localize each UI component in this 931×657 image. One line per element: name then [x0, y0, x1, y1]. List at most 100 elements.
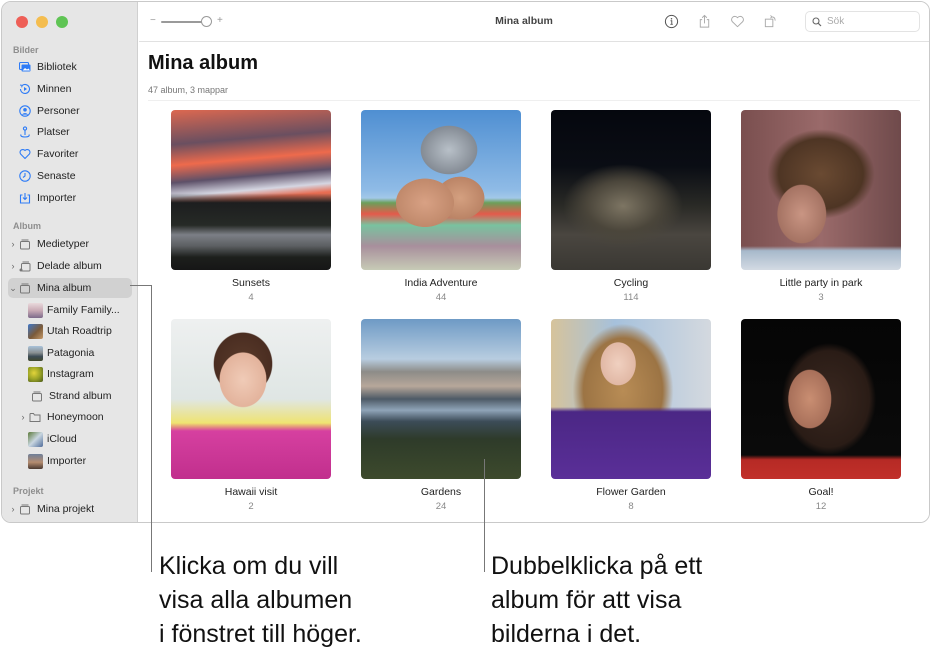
search-icon [812, 16, 822, 26]
album-tile[interactable]: Little party in park 3 [741, 110, 901, 303]
sidebar-item-platser[interactable]: Platser [8, 122, 132, 142]
sidebar-item-medietyper[interactable]: › Medietyper [8, 234, 132, 254]
album-cover[interactable] [361, 110, 521, 270]
heart-icon[interactable] [729, 13, 745, 29]
album-cover[interactable] [551, 110, 711, 270]
toolbar: − + Mina album Sök [139, 2, 929, 42]
album-cover[interactable] [741, 319, 901, 479]
sidebar-item-delade-album[interactable]: › Delade album [8, 256, 132, 276]
album-cover[interactable] [171, 319, 331, 479]
share-icon[interactable] [696, 13, 712, 29]
album-count: 24 [435, 501, 447, 512]
clock-icon [18, 169, 32, 183]
sidebar-item-label: Minnen [37, 83, 72, 95]
chevron-right-icon[interactable]: › [8, 261, 18, 271]
callout-line-text: Klicka om du vill [159, 552, 339, 580]
sidebar-item-label: Bibliotek [37, 61, 77, 73]
sidebar-item-utah-roadtrip[interactable]: Utah Roadtrip [18, 321, 142, 341]
sidebar-item-honeymoon[interactable]: › Honeymoon [18, 407, 142, 427]
album-count: 2 [248, 501, 254, 512]
section-label-projekt: Projekt [13, 486, 44, 496]
sidebar-item-label: Strand album [49, 390, 112, 402]
chevron-down-icon[interactable]: ⌄ [8, 283, 18, 294]
search-input[interactable]: Sök [805, 11, 920, 32]
places-icon [18, 125, 32, 139]
callout-line-text: i fönstret till höger. [159, 620, 362, 648]
sidebar-item-label: Importer [37, 192, 77, 204]
album-tile[interactable]: Sunsets 4 [171, 110, 331, 303]
album-tile[interactable]: Hawaii visit 2 [171, 319, 331, 512]
album-cover[interactable] [171, 110, 331, 270]
rotate-icon[interactable] [762, 13, 778, 29]
sidebar-item-bibliotek[interactable]: Bibliotek [8, 57, 132, 77]
sidebar-item-label: Platser [37, 126, 70, 138]
sidebar-item-minnen[interactable]: Minnen [8, 79, 132, 99]
album-cover[interactable] [551, 319, 711, 479]
sidebar-item-label: Personer [37, 105, 80, 117]
section-label-bilder: Bilder [13, 45, 39, 55]
album-thumbnail [28, 453, 43, 469]
callout-line [484, 459, 485, 572]
album-grid-view: Mina album 47 album, 3 mappar Sunsets 4 … [139, 43, 929, 522]
album-count: 8 [628, 501, 634, 512]
sidebar-item-patagonia[interactable]: Patagonia [18, 343, 142, 363]
close-button[interactable] [16, 16, 28, 28]
album-thumbnail [28, 345, 43, 361]
album-thumbnail [28, 302, 43, 318]
photos-window: Bilder Bibliotek Minnen Personer Platser… [1, 1, 930, 523]
window-controls [16, 16, 68, 28]
sidebar-item-personer[interactable]: Personer [8, 101, 132, 121]
album-tile[interactable]: Goal! 12 [741, 319, 901, 512]
album-tile[interactable]: Gardens 24 [361, 319, 521, 512]
sidebar-item-strand-album[interactable]: Strand album [18, 386, 142, 406]
heart-icon [18, 147, 32, 161]
page-title: Mina album [148, 52, 259, 74]
album-name: India Adventure [404, 277, 478, 289]
chevron-right-icon[interactable]: › [18, 412, 28, 422]
album-count: 12 [815, 501, 827, 512]
album-stack-icon [18, 502, 32, 516]
album-tile[interactable]: India Adventure 44 [361, 110, 521, 303]
search-placeholder: Sök [827, 16, 845, 27]
sidebar-item-favoriter[interactable]: Favoriter [8, 144, 132, 164]
people-icon [18, 104, 32, 118]
folder-icon [28, 410, 42, 424]
sidebar-item-mina-album[interactable]: ⌄ Mina album [8, 278, 132, 298]
callout-line [151, 285, 152, 572]
divider [148, 100, 920, 101]
sidebar-item-icloud[interactable]: iCloud [18, 429, 142, 449]
album-cover[interactable] [741, 110, 901, 270]
sidebar-item-family[interactable]: Family Family... [18, 300, 142, 320]
section-label-album: Album [13, 221, 41, 231]
album-thumbnail [28, 366, 43, 382]
album-cover[interactable] [361, 319, 521, 479]
sidebar-item-instagram[interactable]: Instagram [18, 364, 142, 384]
sidebar-item-label: iCloud [47, 433, 77, 445]
chevron-right-icon[interactable]: › [8, 239, 18, 249]
sidebar-item-mina-projekt[interactable]: › Mina projekt [8, 499, 132, 519]
callout-line [130, 285, 152, 286]
library-icon [18, 60, 32, 74]
memories-icon [18, 82, 32, 96]
info-icon[interactable] [663, 13, 679, 29]
page-subtitle: 47 album, 3 mappar [148, 85, 229, 95]
sidebar-item-importer-album[interactable]: Importer [18, 451, 142, 471]
album-name: Hawaii visit [224, 486, 278, 498]
sidebar-item-label: Senaste [37, 170, 76, 182]
album-count: 3 [818, 292, 824, 303]
sidebar-item-senaste[interactable]: Senaste [8, 166, 132, 186]
album-count: 114 [623, 292, 639, 303]
album-stack-icon [18, 281, 32, 295]
album-name: Sunsets [232, 277, 270, 289]
sidebar-item-importer[interactable]: Importer [8, 188, 132, 208]
zoom-button[interactable] [56, 16, 68, 28]
sidebar-item-label: Mina album [37, 282, 92, 294]
sidebar: Bilder Bibliotek Minnen Personer Platser… [2, 2, 138, 522]
album-tile[interactable]: Cycling 114 [551, 110, 711, 303]
sidebar-item-label: Instagram [47, 368, 94, 380]
chevron-right-icon[interactable]: › [8, 504, 18, 514]
sidebar-item-label: Importer [47, 455, 87, 467]
minimize-button[interactable] [36, 16, 48, 28]
album-thumbnail [28, 431, 43, 447]
album-tile[interactable]: Flower Garden 8 [551, 319, 711, 512]
